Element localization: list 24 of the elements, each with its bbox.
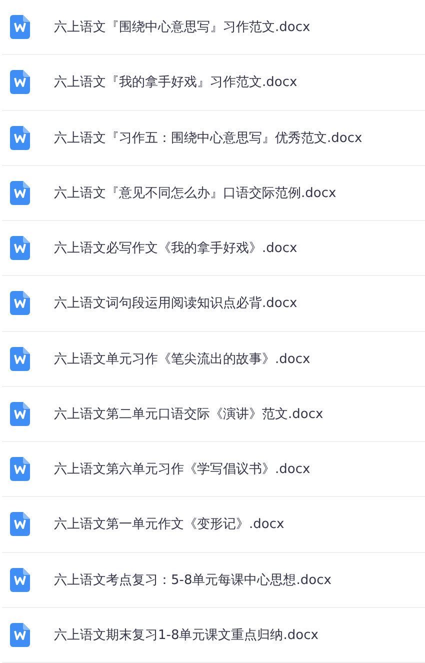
file-name[interactable]: 六上语文第一单元作文《变形记》.docx [54, 515, 284, 534]
document-icon [10, 402, 30, 426]
document-icon [10, 346, 30, 371]
document-icon [10, 568, 30, 592]
document-icon [10, 126, 30, 150]
file-name[interactable]: 六上语文『我的拿手好戏』习作范文.docx [54, 73, 298, 92]
document-icon [10, 622, 30, 647]
document-icon [10, 180, 30, 205]
document-icon [10, 236, 30, 260]
file-name[interactable]: 六上语文第六单元习作《学写倡议书》.docx [54, 460, 310, 478]
file-name[interactable]: 六上语文期末复习1-8单元课文重点归纳.docx [54, 626, 318, 644]
file-name[interactable]: 六上语文必写作文《我的拿手好戏》.docx [54, 239, 298, 258]
file-name[interactable]: 六上语文『习作五：围绕中心意思写』优秀范文.docx [54, 128, 362, 147]
file-name[interactable]: 六上语文词句段运用阅读知识点必背.docx [54, 294, 298, 312]
document-icon [10, 291, 30, 316]
document-icon [10, 457, 30, 482]
file-name[interactable]: 六上语文考点复习：5-8单元每课中心思想.docx [54, 570, 332, 589]
document-icon [10, 70, 30, 94]
file-name[interactable]: 六上语文第二单元口语交际《演讲》范文.docx [54, 404, 324, 423]
file-name[interactable]: 六上语文单元习作《笔尖流出的故事》.docx [54, 350, 310, 368]
file-name[interactable]: 六上语文『围绕中心意思写』习作范文.docx [54, 18, 310, 36]
file-name[interactable]: 六上语文『意见不同怎么办』口语交际范例.docx [54, 184, 336, 202]
document-icon [10, 15, 30, 40]
document-icon [10, 512, 30, 536]
